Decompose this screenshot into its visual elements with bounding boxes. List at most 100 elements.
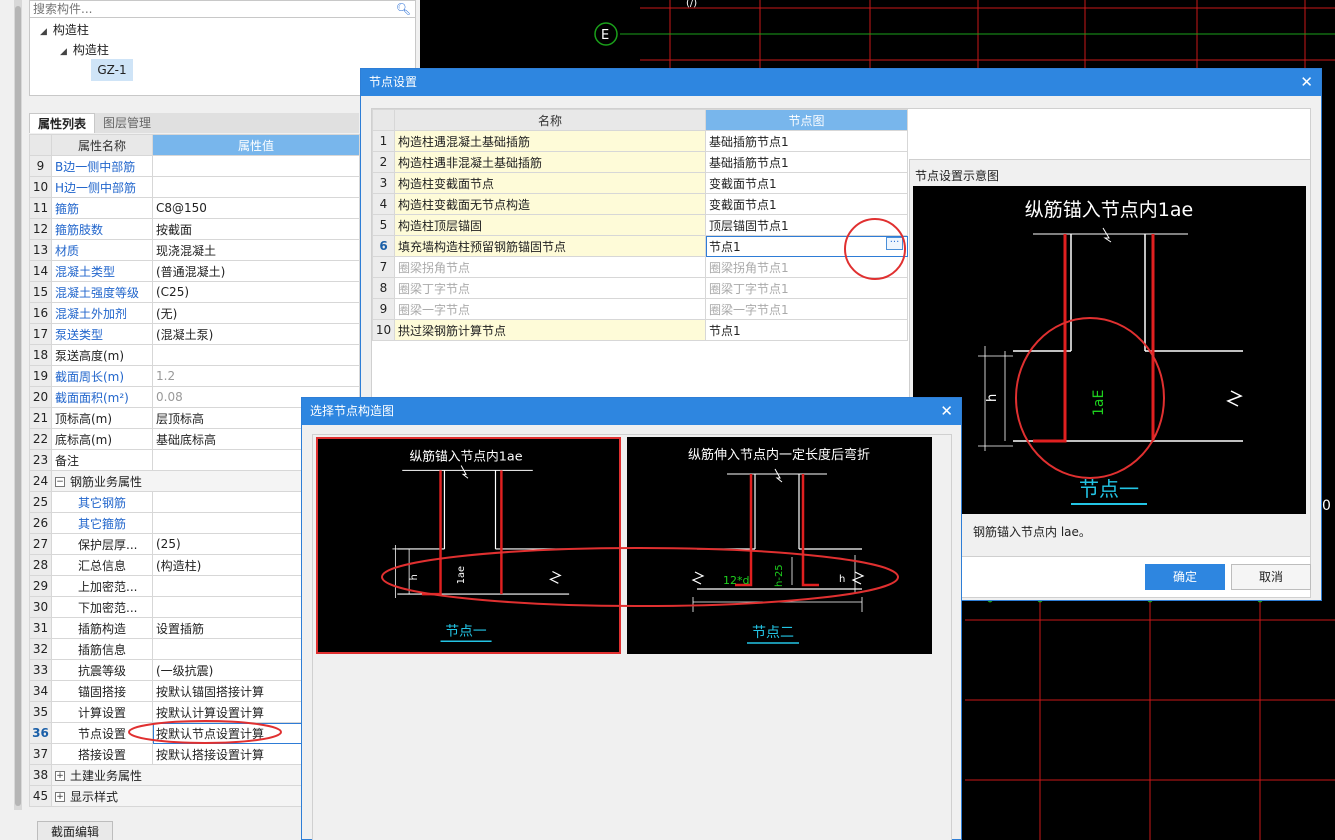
node-table-header: 名称 节点图 [372,109,908,131]
property-name: 汇总信息 [51,554,153,576]
annotation-ellipse-options [381,547,899,607]
property-name: 混凝土外加剂 [51,302,153,324]
annotation-ellipse-left [128,720,282,744]
property-row[interactable]: 16 混凝土外加剂 (无) [29,302,360,324]
property-row[interactable]: 10 H边一侧中部筋 [29,176,360,198]
property-name: 泵送高度(m) [51,344,153,366]
property-row[interactable]: 9 B边一侧中部筋 [29,155,360,177]
property-value[interactable]: (普通混凝土) [152,260,360,282]
node-row[interactable]: 3 构造柱变截面节点 变截面节点1 [372,172,908,194]
node-diagram-value[interactable]: 圈梁一字节点1 [705,298,908,320]
scrollbar-thumb[interactable] [15,6,21,806]
property-value[interactable] [152,155,360,177]
row-number: 8 [372,277,395,299]
property-name: 材质 [51,239,153,261]
expand-icon[interactable]: + [55,792,65,802]
node-name: 填充墙构造柱预留钢筋锚固节点 [394,235,706,257]
tree-node-gz1[interactable]: GZ-1 [91,59,133,81]
expand-arrow-icon[interactable]: ◢ [60,47,67,57]
group-label: 显示样式 [70,789,119,804]
row-number: 17 [29,323,52,345]
preview-dim-h: h [985,394,1000,402]
panel-tabs: 属性列表 图层管理 [29,113,359,133]
select-dialog-titlebar[interactable]: 选择节点构造图 ✕ [302,398,961,425]
expand-icon[interactable]: + [55,771,65,781]
property-value[interactable]: 按截面 [152,218,360,240]
expand-arrow-icon[interactable]: ◢ [40,27,47,37]
property-value[interactable]: 现浇混凝土 [152,239,360,261]
property-value[interactable]: 1.2 [152,365,360,387]
property-name: 箍筋肢数 [51,218,153,240]
property-name: 泵送类型 [51,323,153,345]
component-search[interactable]: 🔍︎ [29,0,416,18]
row-number: 12 [29,218,52,240]
property-value[interactable]: (无) [152,302,360,324]
property-row[interactable]: 11 箍筋 C8@150 [29,197,360,219]
property-name: 下加密范... [51,596,153,618]
property-row[interactable]: 12 箍筋肢数 按截面 [29,218,360,240]
tree-node-category[interactable]: ◢ 构造柱 [40,21,89,38]
property-value[interactable]: (混凝土泵) [152,323,360,345]
property-value[interactable] [152,344,360,366]
node-row[interactable]: 2 构造柱遇非混凝土基础插筋 基础插筋节点1 [372,151,908,173]
header-name: 名称 [394,109,706,131]
property-value[interactable] [152,176,360,198]
row-number: 30 [29,596,52,618]
node-diagram-value[interactable]: 基础插筋节点1 [705,151,908,173]
property-row[interactable]: 18 泵送高度(m) [29,344,360,366]
close-icon[interactable]: ✕ [940,398,953,425]
row-number: 16 [29,302,52,324]
node-row[interactable]: 4 构造柱变截面无节点构造 变截面节点1 [372,193,908,215]
property-name: 插筋信息 [51,638,153,660]
node-diagram-value[interactable]: 变截面节点1 [705,193,908,215]
property-row[interactable]: 14 混凝土类型 (普通混凝土) [29,260,360,282]
ok-button[interactable]: 确定 [1145,564,1225,590]
node-row[interactable]: 5 构造柱顶层锚固 顶层锚固节点1 [372,214,908,236]
close-icon[interactable]: ✕ [1300,69,1313,96]
option-1-caption: 节点一 [445,623,486,639]
property-value[interactable]: C8@150 [152,197,360,219]
node-diagram-value[interactable]: 基础插筋节点1 [705,130,908,152]
node-row[interactable]: 8 圈梁丁字节点 圈梁丁字节点1 [372,277,908,299]
cancel-button[interactable]: 取消 [1231,564,1311,590]
node-row[interactable]: 7 圈梁拐角节点 圈梁拐角节点1 [372,256,908,278]
node-name: 圈梁拐角节点 [394,256,706,278]
option-1-title: 纵筋锚入节点内1ae [410,449,523,465]
section-edit-button[interactable]: 截面编辑 [37,821,113,840]
select-dialog-title: 选择节点构造图 [310,404,395,418]
node-dialog-titlebar[interactable]: 节点设置 ✕ [361,69,1321,96]
property-row[interactable]: 15 混凝土强度等级 (C25) [29,281,360,303]
search-input[interactable] [30,1,390,17]
node-row[interactable]: 10 拱过梁钢筋计算节点 节点1 [372,319,908,341]
tab-layer-management[interactable]: 图层管理 [95,113,159,133]
property-name: 底标高(m) [51,428,153,450]
tab-property-list[interactable]: 属性列表 [29,113,96,133]
row-number: 15 [29,281,52,303]
node-description: 钢筋锚入节点内 lae。 [973,525,1091,539]
property-name: 混凝土类型 [51,260,153,282]
row-number: 24 [29,470,52,492]
node-diagram-value[interactable]: 节点1 [705,319,908,341]
property-name: 插筋构造 [51,617,153,639]
node-row[interactable]: 9 圈梁一字节点 圈梁一字节点1 [372,298,908,320]
node-table: 名称 节点图 1 构造柱遇混凝土基础插筋 基础插筋节点1 2 构造柱遇非混凝土基础插筋基… [372,109,908,341]
tree-node-type[interactable]: ◢ 构造柱 [60,41,109,58]
row-number: 2 [372,151,395,173]
search-icon[interactable]: 🔍︎ [396,2,411,16]
node-row[interactable]: 1 构造柱遇混凝土基础插筋 基础插筋节点1 [372,130,908,152]
property-name: 混凝土强度等级 [51,281,153,303]
property-value[interactable]: (C25) [152,281,360,303]
node-row[interactable]: 6 填充墙构造柱预留钢筋锚固节点 节点1 [372,235,908,257]
row-number: 31 [29,617,52,639]
row-number: 32 [29,638,52,660]
property-row[interactable]: 13 材质 现浇混凝土 [29,239,360,261]
row-number: 22 [29,428,52,450]
panel-scrollbar[interactable] [14,0,22,810]
node-diagram-value[interactable]: 变截面节点1 [705,172,908,194]
row-number: 28 [29,554,52,576]
node-name: 构造柱遇非混凝土基础插筋 [394,151,706,173]
collapse-icon[interactable]: − [55,477,65,487]
property-row[interactable]: 17 泵送类型 (混凝土泵) [29,323,360,345]
row-number: 25 [29,491,52,513]
property-row[interactable]: 19 截面周长(m) 1.2 [29,365,360,387]
